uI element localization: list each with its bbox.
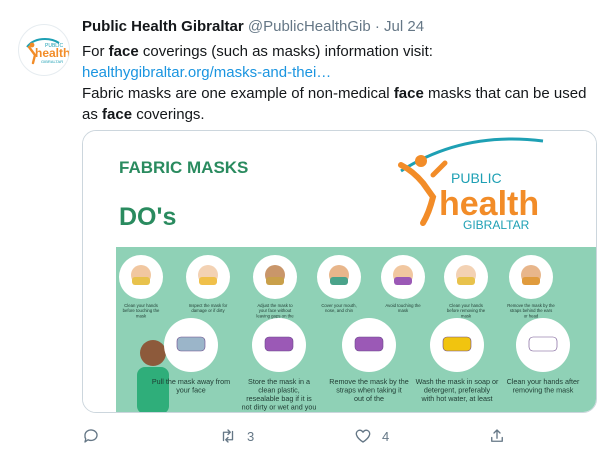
retweet-icon	[222, 429, 234, 443]
step-caption-line: mask	[136, 313, 147, 318]
person-body	[137, 367, 169, 412]
infographic-heading: FABRIC MASKS	[119, 158, 248, 177]
media-card[interactable]: FABRIC MASKS DO's PUBLIC health GIBRALTA…	[82, 130, 597, 413]
tweet-link[interactable]: healthygibraltar.org/masks-and-thei…	[82, 62, 602, 83]
step-caption-line: mask	[461, 313, 472, 318]
tweet-line-3: Fabric masks are one example of non-medi…	[82, 83, 602, 125]
display-name[interactable]: Public Health Gibraltar	[82, 18, 244, 35]
step-caption-line: with hot water, at least	[420, 394, 492, 403]
mask-illustration	[354, 336, 384, 352]
tweet-header: Public Health Gibraltar @PublicHealthGib…	[82, 17, 595, 37]
share-icon	[491, 429, 503, 442]
mask-illustration	[132, 277, 150, 285]
like-count: 4	[382, 428, 390, 444]
step-caption-line: removing the mask	[513, 386, 574, 395]
top-step-1: Clean your handsbefore touching themask	[119, 255, 163, 318]
mask-illustration	[442, 336, 472, 352]
step-caption-line: out of the	[354, 394, 384, 403]
bold-keyword: face	[108, 43, 139, 60]
mask-illustration	[394, 277, 412, 285]
avatar-logo-main: health	[35, 46, 70, 60]
card-logo-public: PUBLIC	[451, 170, 502, 186]
share-button[interactable]	[488, 425, 506, 447]
step-caption-line: not dirty or wet and you	[242, 403, 317, 412]
mask-illustration	[266, 277, 284, 285]
reply-icon	[84, 429, 98, 443]
user-handle[interactable]: @PublicHealthGib	[248, 18, 371, 35]
mask-illustration	[457, 277, 475, 285]
top-step-3: Adjust the mask toyour face withoutleavi…	[253, 255, 297, 324]
person-illustration	[140, 340, 166, 366]
mask-illustration	[199, 277, 217, 285]
bold-keyword: face	[102, 106, 133, 123]
step-caption-line: your face	[176, 386, 206, 395]
avatar-logo-sub: GIBRALTAR	[41, 59, 63, 64]
tweet-actions: 3 4	[82, 421, 522, 451]
mask-illustration	[264, 336, 294, 352]
reply-button[interactable]	[82, 425, 110, 447]
separator-dot: ·	[374, 18, 380, 35]
tweet-text: For face coverings (such as masks) infor…	[82, 41, 602, 125]
step-caption-line: mask	[398, 308, 409, 313]
infographic-subheading: DO's	[119, 203, 176, 231]
mask-illustration	[522, 277, 540, 285]
step-caption-line: or head	[524, 313, 539, 318]
text-span: For	[82, 43, 109, 60]
top-step-4: Cover your mouth,nose, and chin	[317, 255, 361, 313]
card-logo-gibraltar: GIBRALTAR	[463, 218, 530, 232]
tweet-line-1: For face coverings (such as masks) infor…	[82, 41, 602, 62]
tweet-date[interactable]: Jul 24	[384, 18, 424, 35]
retweet-count: 3	[247, 428, 255, 444]
top-step-7: Remove the mask by thestraps behind the …	[507, 255, 555, 318]
step-caption-line: nose, and chin	[325, 308, 354, 313]
top-step-2: Inspect the mask fordamage or if dirty	[186, 255, 230, 313]
mask-illustration	[330, 277, 348, 285]
top-step-5: Avoid touching themask	[381, 255, 425, 313]
bold-keyword: face	[393, 85, 424, 102]
mask-illustration	[528, 336, 558, 352]
step-caption-line: damage or if dirty	[191, 308, 225, 313]
text-span: coverings (such as masks) information vi…	[138, 43, 433, 60]
like-button[interactable]: 4	[354, 425, 389, 447]
infographic-image: FABRIC MASKS DO's PUBLIC health GIBRALTA…	[83, 131, 596, 412]
retweet-button[interactable]: 3	[219, 425, 254, 447]
heart-icon	[355, 429, 371, 443]
mask-illustration	[176, 336, 206, 352]
tweet[interactable]: PUBLIC health GIBRALTAR Public Health Gi…	[0, 0, 615, 466]
text-span: Fabric masks are one example of non-medi…	[82, 85, 394, 102]
text-span: coverings.	[132, 106, 205, 123]
top-step-6: Clean your handsbefore removing themask	[444, 255, 488, 318]
avatar[interactable]: PUBLIC health GIBRALTAR	[18, 24, 70, 76]
